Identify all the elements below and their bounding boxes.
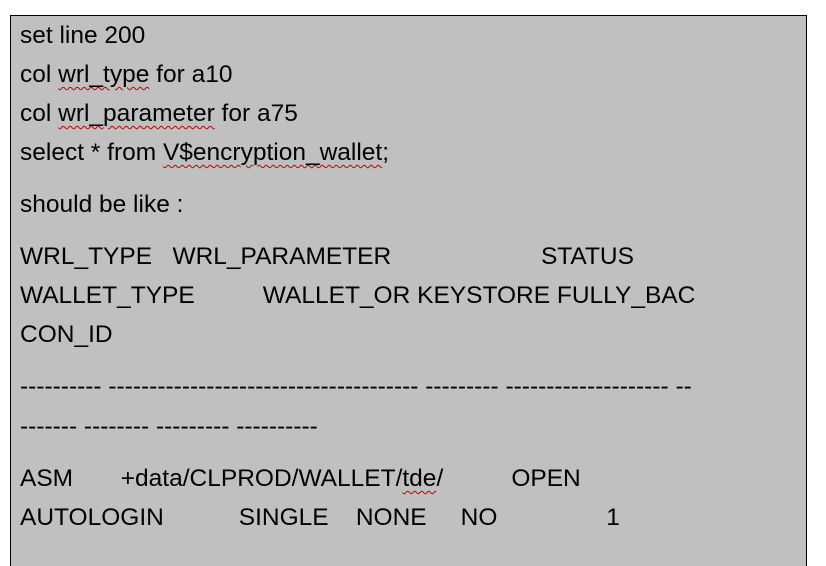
line-header-1: WRL_TYPE WRL_PARAMETER STATUS [20, 243, 634, 270]
spellcheck-word: wrl_type [58, 61, 150, 88]
line-separator-2: ------- -------- --------- ---------- [20, 413, 318, 440]
line-col-wrl-type: col wrl_type for a10 [20, 61, 233, 88]
line-should-be-like: should be like : [20, 191, 184, 218]
line-separator-1: ---------- -----------------------------… [20, 373, 692, 400]
line-result-1: ASM +data/CLPROD/WALLET/tde/ OPEN [20, 465, 581, 492]
line-result-2: AUTOLOGIN SINGLE NONE NO 1 [20, 504, 620, 531]
spellcheck-word: wrl_parameter [58, 100, 215, 127]
spellcheck-word: tde [402, 465, 437, 492]
line-col-wrl-parameter: col wrl_parameter for a75 [20, 100, 298, 127]
line-header-3: CON_ID [20, 321, 113, 348]
line-set-line: set line 200 [20, 22, 146, 49]
line-header-2: WALLET_TYPE WALLET_OR KEYSTORE FULLY_BAC [20, 282, 696, 309]
code-text-box: set line 200 col wrl_type for a10 col wr… [10, 15, 807, 566]
line-select: select * from V$encryption_wallet; [20, 139, 390, 166]
spellcheck-word: V$encryption_wallet [162, 139, 383, 166]
